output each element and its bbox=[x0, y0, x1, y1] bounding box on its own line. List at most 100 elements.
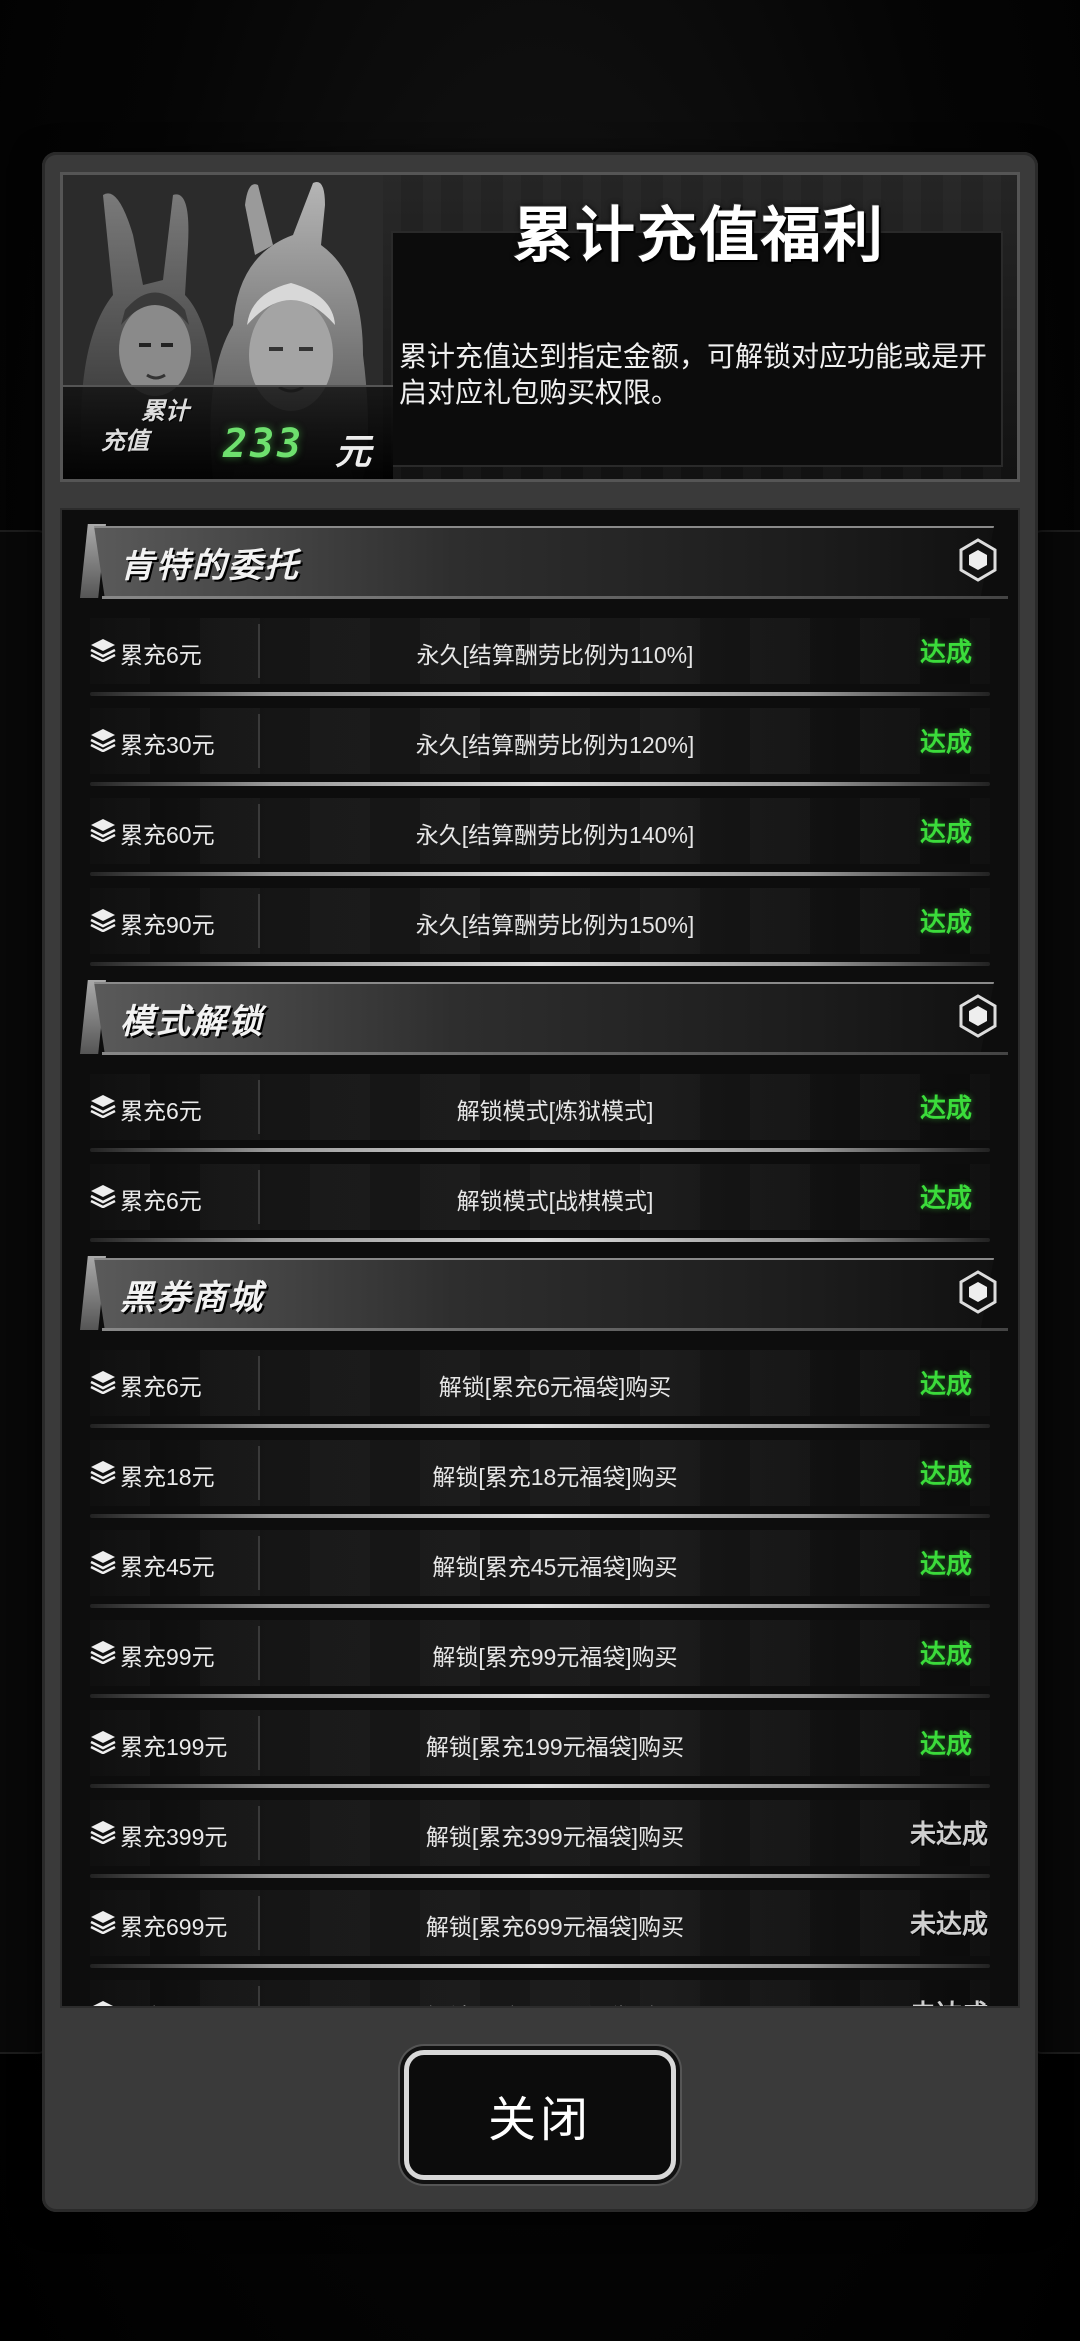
section-header: 黑券商城 bbox=[72, 1252, 1008, 1338]
layers-icon bbox=[90, 1820, 116, 1845]
layers-icon bbox=[90, 1094, 116, 1119]
status-badge: 达成 bbox=[919, 1459, 972, 1489]
row-divider bbox=[258, 1626, 260, 1680]
total-recharge-value: 233 bbox=[223, 421, 305, 467]
row-divider bbox=[258, 894, 260, 948]
layers-icon bbox=[90, 2000, 116, 2006]
recharge-threshold: 累充6元 bbox=[120, 1098, 202, 1124]
benefit-row: 累充18元 解锁[累充18元福袋]购买 达成 bbox=[62, 1428, 1018, 1518]
total-recharge-label: 累计 充值 bbox=[101, 398, 189, 455]
benefit-row: 累充99元 解锁[累充99元福袋]购买 达成 bbox=[62, 1608, 1018, 1698]
recharge-threshold: 累充199元 bbox=[120, 1734, 228, 1760]
reward-description: 永久[结算酬劳比例为110%] bbox=[416, 642, 694, 668]
layers-icon bbox=[90, 1370, 116, 1395]
layers-icon bbox=[90, 1640, 116, 1665]
recharge-threshold: 累充90元 bbox=[120, 912, 215, 938]
status-badge: 达成 bbox=[919, 817, 972, 847]
section-header-underline bbox=[102, 596, 1008, 599]
reward-description: 解锁[累充45元福袋]购买 bbox=[432, 1554, 678, 1580]
row-divider bbox=[258, 1896, 260, 1950]
benefit-row: 累充6元 解锁[累充6元福袋]购买 达成 bbox=[62, 1338, 1018, 1428]
hexagon-icon[interactable] bbox=[958, 538, 998, 582]
row-divider bbox=[258, 1446, 260, 1500]
benefit-row: 累充30元 永久[结算酬劳比例为120%] 达成 bbox=[62, 696, 1018, 786]
page-title: 累计充值福利 bbox=[513, 201, 885, 271]
layers-icon bbox=[90, 1550, 116, 1575]
recharge-threshold: 累充699元 bbox=[120, 1914, 228, 1940]
benefits-list[interactable]: 肯特的委托 累充6元 永久[结算酬劳比例为110%] 达成 累充30元 永久[结算酬劳比例… bbox=[60, 508, 1020, 2008]
reward-description: 解锁模式[战棋模式] bbox=[456, 1188, 654, 1214]
recharge-threshold: 累充6元 bbox=[120, 642, 202, 668]
layers-icon bbox=[90, 638, 116, 663]
recharge-threshold: 累充999元 bbox=[120, 1998, 227, 2006]
status-badge: 达成 bbox=[919, 907, 972, 937]
reward-description: 解锁[累充99元福袋]购买 bbox=[432, 1644, 678, 1670]
reward-description: 解锁[累充6元福袋]购买 bbox=[438, 1374, 672, 1400]
row-separator bbox=[90, 1238, 990, 1242]
benefit-row: 累充60元 永久[结算酬劳比例为140%] 达成 bbox=[62, 786, 1018, 876]
row-divider bbox=[258, 804, 260, 858]
section-title: 黑券商城 bbox=[120, 1278, 264, 1318]
row-divider bbox=[258, 1536, 260, 1590]
benefit-row: 累充699元 解锁[累充699元福袋]购买 未达成 bbox=[62, 1878, 1018, 1968]
row-divider bbox=[258, 1170, 260, 1224]
section-title: 肯特的委托 bbox=[120, 546, 300, 586]
status-badge: 达成 bbox=[919, 1369, 972, 1399]
reward-description: 解锁[累充399元福袋]购买 bbox=[425, 1824, 685, 1850]
status-badge: 达成 bbox=[919, 1093, 972, 1123]
benefit-row: 累充999元 解锁[累充999元福袋]购买 未达成 bbox=[62, 1968, 1018, 2006]
row-divider bbox=[258, 714, 260, 768]
layers-icon bbox=[90, 1730, 116, 1755]
layers-icon bbox=[90, 1460, 116, 1485]
recharge-threshold: 累充60元 bbox=[120, 822, 215, 848]
recharge-benefits-dialog: 累计充值福利 累计充值达到指定金额，可解锁对应功能或是开启对应礼包购买权限。 累… bbox=[42, 152, 1038, 2212]
status-badge: 未达成 bbox=[909, 1819, 988, 1849]
recharge-threshold: 累充399元 bbox=[120, 1824, 228, 1850]
benefit-row: 累充6元 解锁模式[战棋模式] 达成 bbox=[62, 1152, 1018, 1242]
section-header-underline bbox=[102, 1052, 1008, 1055]
reward-description: 永久[结算酬劳比例为120%] bbox=[415, 732, 695, 758]
section-header-underline bbox=[102, 1328, 1008, 1331]
hexagon-icon[interactable] bbox=[958, 994, 998, 1038]
layers-icon bbox=[90, 1184, 116, 1209]
status-badge: 达成 bbox=[919, 637, 972, 667]
status-badge: 达成 bbox=[919, 1549, 972, 1579]
section-header: 模式解锁 bbox=[72, 976, 1008, 1062]
recharge-threshold: 累充99元 bbox=[120, 1644, 215, 1670]
reward-description: 解锁模式[炼狱模式] bbox=[456, 1098, 654, 1124]
status-badge: 达成 bbox=[919, 1183, 972, 1213]
status-badge: 达成 bbox=[919, 1729, 972, 1759]
close-button[interactable]: 关闭 bbox=[404, 2050, 676, 2180]
row-divider bbox=[258, 1716, 260, 1770]
total-recharge-plate: 累计 充值 233 元 bbox=[63, 385, 393, 479]
benefit-row: 累充399元 解锁[累充399元福袋]购买 未达成 bbox=[62, 1788, 1018, 1878]
recharge-threshold: 累充45元 bbox=[120, 1554, 215, 1580]
layers-icon bbox=[90, 908, 116, 933]
benefits-list-content: 肯特的委托 累充6元 永久[结算酬劳比例为110%] 达成 累充30元 永久[结算酬劳比例… bbox=[62, 510, 1018, 2006]
benefit-row: 累充45元 解锁[累充45元福袋]购买 达成 bbox=[62, 1518, 1018, 1608]
reward-description: 永久[结算酬劳比例为140%] bbox=[415, 822, 695, 848]
reward-description: 解锁[累充699元福袋]购买 bbox=[425, 1914, 685, 1940]
total-recharge-unit: 元 bbox=[335, 431, 372, 472]
row-divider bbox=[258, 1356, 260, 1410]
layers-icon bbox=[90, 1910, 116, 1935]
row-divider bbox=[258, 1986, 260, 2006]
benefit-row: 累充199元 解锁[累充199元福袋]购买 达成 bbox=[62, 1698, 1018, 1788]
description-text: 累计充值达到指定金额，可解锁对应功能或是开启对应礼包购买权限。 bbox=[399, 341, 988, 408]
layers-icon bbox=[90, 728, 116, 753]
layers-icon bbox=[90, 818, 116, 843]
reward-description: 解锁[累充18元福袋]购买 bbox=[432, 1464, 678, 1490]
section-title: 模式解锁 bbox=[120, 1002, 264, 1042]
recharge-threshold: 累充30元 bbox=[120, 732, 215, 758]
benefit-row: 累充90元 永久[结算酬劳比例为150%] 达成 bbox=[62, 876, 1018, 966]
status-badge: 达成 bbox=[919, 727, 972, 757]
row-divider bbox=[258, 624, 260, 678]
recharge-threshold: 累充18元 bbox=[120, 1464, 215, 1490]
reward-description: 解锁[累充199元福袋]购买 bbox=[425, 1734, 685, 1760]
hexagon-icon[interactable] bbox=[958, 1270, 998, 1314]
recharge-threshold: 累充6元 bbox=[120, 1188, 202, 1214]
section-header: 肯特的委托 bbox=[72, 520, 1008, 606]
row-separator bbox=[90, 962, 990, 966]
reward-description: 永久[结算酬劳比例为150%] bbox=[415, 912, 695, 938]
status-badge: 未达成 bbox=[909, 1909, 988, 1939]
